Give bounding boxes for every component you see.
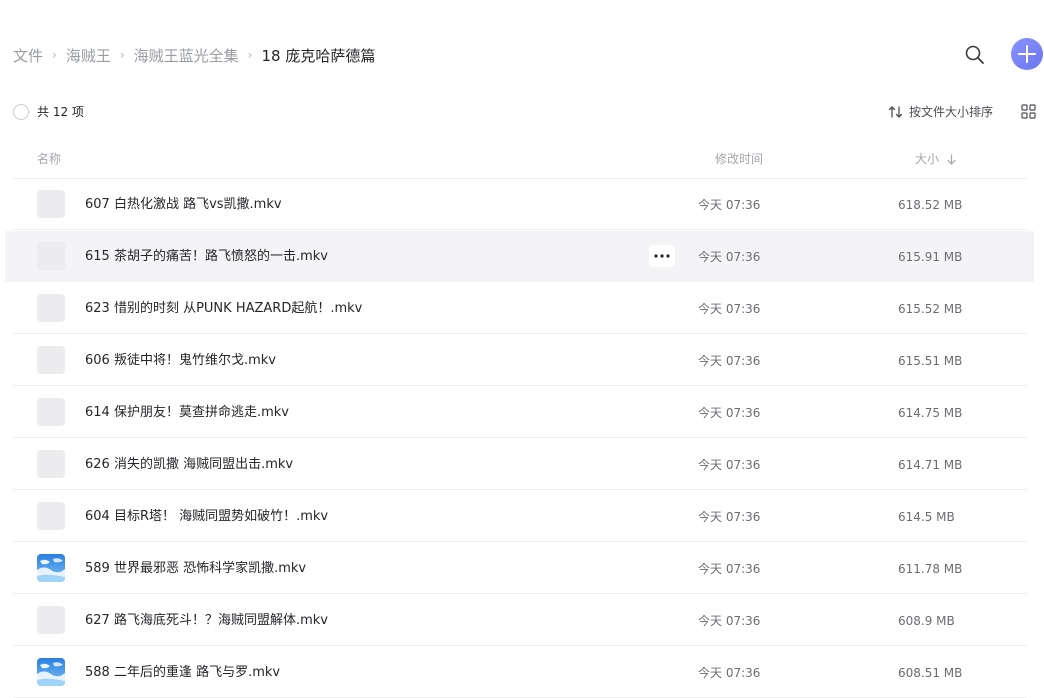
file-name[interactable]: 623 惜别的时刻 从PUNK HAZARD起航！.mkv: [85, 300, 362, 317]
column-header-name[interactable]: 名称: [37, 151, 61, 167]
search-icon: [965, 45, 984, 64]
arrow-down-icon: [947, 153, 956, 165]
file-thumbnail-placeholder: [37, 190, 65, 218]
file-thumbnail-placeholder: [37, 294, 65, 322]
row-divider: [13, 437, 1027, 438]
breadcrumb-separator: ›: [52, 48, 57, 62]
file-size: 618.52 MB: [898, 198, 963, 212]
file-thumbnail-placeholder: [37, 346, 65, 374]
more-actions-button[interactable]: [649, 245, 675, 267]
breadcrumb-item-bluray[interactable]: 海贼王蓝光全集: [134, 45, 239, 66]
column-header-modified[interactable]: 修改时间: [715, 151, 763, 167]
file-row[interactable]: 626 消失的凯撒 海贼同盟出击.mkv 今天 07:36 614.71 MB: [5, 439, 1034, 490]
video-thumbnail-image: [37, 658, 65, 686]
breadcrumb-item-files[interactable]: 文件: [13, 45, 43, 66]
breadcrumb-separator: ›: [247, 48, 253, 62]
view-toggle-button[interactable]: [1021, 104, 1036, 119]
video-thumbnail: [37, 554, 65, 582]
file-size: 614.75 MB: [898, 406, 963, 420]
file-size: 608.51 MB: [898, 666, 963, 680]
file-size: 608.9 MB: [898, 614, 955, 628]
file-name[interactable]: 626 消失的凯撒 海贼同盟出击.mkv: [85, 456, 293, 473]
file-thumbnail-placeholder: [37, 450, 65, 478]
add-button[interactable]: [1011, 38, 1043, 70]
row-divider: [13, 385, 1027, 386]
file-modified-time: 今天 07:36: [698, 198, 761, 212]
breadcrumb: 文件 › 海贼王 › 海贼王蓝光全集 › 18 庞克哈萨德篇: [13, 44, 375, 66]
file-row[interactable]: 607 白热化激战 路飞vs凯撒.mkv 今天 07:36 618.52 MB: [5, 179, 1034, 230]
file-row[interactable]: 627 路飞海底死斗！？海贼同盟解体.mkv 今天 07:36 608.9 MB: [5, 595, 1034, 646]
file-thumbnail-placeholder: [37, 502, 65, 530]
file-modified-time: 今天 07:36: [698, 250, 761, 264]
file-modified-time: 今天 07:36: [698, 614, 761, 628]
search-button[interactable]: [962, 42, 988, 68]
item-count: 共 12 项: [37, 105, 84, 119]
file-size: 614.71 MB: [898, 458, 963, 472]
file-modified-time: 今天 07:36: [698, 406, 761, 420]
file-name[interactable]: 604 目标R塔！ 海贼同盟势如破竹！.mkv: [85, 508, 328, 525]
row-divider: [13, 333, 1027, 334]
video-thumbnail: [37, 658, 65, 686]
file-row[interactable]: 588 二年后的重逢 路飞与罗.mkv 今天 07:36 608.51 MB: [5, 647, 1034, 698]
file-name[interactable]: 627 路飞海底死斗！？海贼同盟解体.mkv: [85, 612, 328, 629]
file-name[interactable]: 588 二年后的重逢 路飞与罗.mkv: [85, 664, 280, 681]
row-divider: [13, 541, 1027, 542]
plus-icon: [1018, 45, 1036, 63]
file-modified-time: 今天 07:36: [698, 666, 761, 680]
row-divider: [13, 645, 1027, 646]
breadcrumb-current: 18 庞克哈萨德篇: [261, 46, 376, 65]
file-name[interactable]: 606 叛徒中将！鬼竹维尔戈.mkv: [85, 352, 276, 369]
sort-button[interactable]: 按文件大小排序: [888, 104, 993, 120]
file-size: 614.5 MB: [898, 510, 955, 524]
file-modified-time: 今天 07:36: [698, 510, 761, 524]
file-row[interactable]: 604 目标R塔！ 海贼同盟势如破竹！.mkv 今天 07:36 614.5 MB: [5, 491, 1034, 542]
file-name[interactable]: 607 白热化激战 路飞vs凯撒.mkv: [85, 196, 282, 213]
column-header-size-label: 大小: [915, 152, 940, 166]
grid-view-icon: [1021, 104, 1036, 119]
file-modified-time: 今天 07:36: [698, 562, 761, 576]
file-thumbnail-placeholder: [37, 606, 65, 634]
row-divider: [13, 229, 1027, 230]
file-name[interactable]: 589 世界最邪恶 恐怖科学家凯撒.mkv: [85, 560, 306, 577]
file-thumbnail-placeholder: [37, 242, 65, 270]
file-modified-time: 今天 07:36: [698, 458, 761, 472]
file-row[interactable]: 589 世界最邪恶 恐怖科学家凯撒.mkv 今天 07:36 611.78 MB: [5, 543, 1034, 594]
file-row[interactable]: 614 保护朋友！莫查拼命逃走.mkv 今天 07:36 614.75 MB: [5, 387, 1034, 438]
file-size: 615.91 MB: [898, 250, 963, 264]
column-header-size[interactable]: 大小: [915, 151, 956, 167]
breadcrumb-item-onepiece[interactable]: 海贼王: [66, 45, 111, 66]
sort-icon: [888, 106, 903, 118]
file-name[interactable]: 615 茶胡子的痛苦！路飞愤怒的一击.mkv: [85, 248, 328, 265]
more-horizontal-icon: [654, 254, 670, 258]
file-row[interactable]: 623 惜别的时刻 从PUNK HAZARD起航！.mkv 今天 07:36 615…: [5, 283, 1034, 334]
file-size: 611.78 MB: [898, 562, 963, 576]
sort-label: 按文件大小排序: [909, 105, 994, 119]
file-row[interactable]: 615 茶胡子的痛苦！路飞愤怒的一击.mkv 今天 07:36 615.91 MB: [5, 231, 1034, 282]
row-divider: [13, 593, 1027, 594]
breadcrumb-separator: ›: [119, 48, 125, 62]
file-row[interactable]: 606 叛徒中将！鬼竹维尔戈.mkv 今天 07:36 615.51 MB: [5, 335, 1034, 386]
row-divider: [13, 489, 1027, 490]
file-name[interactable]: 614 保护朋友！莫查拼命逃走.mkv: [85, 404, 289, 421]
file-size: 615.52 MB: [898, 302, 963, 316]
file-thumbnail-placeholder: [37, 398, 65, 426]
file-modified-time: 今天 07:36: [698, 354, 761, 368]
video-thumbnail-image: [37, 554, 65, 582]
select-all-checkbox[interactable]: [13, 104, 29, 120]
file-modified-time: 今天 07:36: [698, 302, 761, 316]
file-size: 615.51 MB: [898, 354, 963, 368]
